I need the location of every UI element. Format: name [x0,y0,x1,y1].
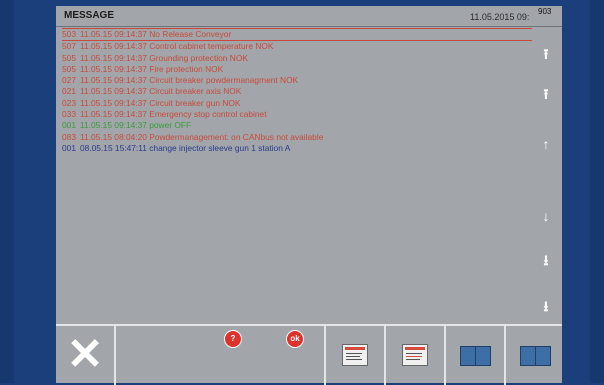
message-row[interactable]: 505 11.05.15 09:14:37 Fire protection NOK [62,64,532,75]
message-time: 11.05.15 09:14:37 [80,63,147,74]
message-time: 11.05.15 09:14:37 [80,75,147,86]
message-row[interactable]: 027 11.05.15 09:14:37 Circuit breaker pow… [62,75,532,86]
ok-button[interactable]: ok [286,330,304,348]
message-text: Powdermanagement: on CANbus not availabl… [149,131,324,142]
message-text: power OFF [149,120,192,131]
message-time: 11.05.15 09:14:37 [80,52,147,63]
message-row[interactable]: 083 11.05.15 08:04:20 Powdermanagement: o… [62,132,532,143]
message-number: 503 [62,29,76,39]
message-number: 021 [62,86,76,97]
book-icon [460,346,491,366]
arrow-down-icon: ↓ [542,208,550,224]
message-number: 505 [62,52,76,63]
message-time: 11.05.15 09:14:37 [80,97,147,108]
arrow-up-icon: ↑ [542,136,550,152]
message-row[interactable]: 505 11.05.15 09:14:37 Grounding protectio… [62,53,532,64]
message-row[interactable]: 033 11.05.15 09:14:37 Emergency stop cont… [62,109,532,120]
ok-icon: ok [290,334,300,343]
message-row[interactable]: 001 11.05.15 09:14:37 power OFF [62,120,532,131]
history-button[interactable] [326,326,386,385]
window-frame-right [590,0,604,383]
page-up-button[interactable]: ⭱ [534,82,558,106]
message-text: Control cabinet temperature NOK [149,41,274,52]
message-log-icon [402,344,428,366]
datetime-display: 11.05.2015 09: [470,12,530,22]
message-row[interactable]: 001 08.05.15 15:47:11 change injector sle… [62,143,532,154]
header-bar: MESSAGE 11.05.2015 09: 903 [56,6,562,27]
message-number: 507 [62,41,76,52]
window-frame-left [0,0,14,383]
message-number: 033 [62,109,76,120]
arrow-down-button[interactable]: ↓ [534,204,558,228]
message-text: Circuit breaker axis NOK [149,86,242,97]
message-log-button[interactable] [386,326,446,385]
message-number: 001 [62,120,76,131]
message-text: Emergency stop control cabinet [149,109,267,120]
scroll-to-top-icon: ⭱ [543,46,549,62]
close-button[interactable]: ✕ [56,326,116,385]
footer-toolbar: ✕ ? ok [56,324,562,385]
message-time: 11.05.15 09:14:37 [80,29,147,39]
message-time: 08.05.15 15:47:11 [80,142,147,153]
message-number: 001 [62,142,76,153]
message-time: 11.05.15 08:04:20 [80,131,147,142]
message-row[interactable]: 023 11.05.15 09:14:37 Circuit breaker gun… [62,98,532,109]
message-row[interactable]: 507 11.05.15 09:14:37 Control cabinet tem… [62,41,532,52]
message-number: 083 [62,131,76,142]
history-document-icon [342,344,368,366]
message-text: Circuit breaker powdermanagment NOK [149,75,299,86]
page-up-icon: ⭱ [543,86,549,102]
message-panel: MESSAGE 11.05.2015 09: 903 503 11.05.15 0… [56,6,562,385]
message-text: Grounding protection NOK [149,52,248,63]
message-number: 505 [62,63,76,74]
page-down-icon: ⭳ [543,252,549,268]
scroll-to-top-button[interactable]: ⭱ [534,42,558,66]
scroll-to-bottom-button[interactable]: ⭳ [534,294,558,318]
arrow-up-button[interactable]: ↑ [534,132,558,156]
message-list[interactable]: 503 11.05.15 09:14:37 No Release Conveyor… [62,28,532,178]
message-time: 11.05.15 09:14:37 [80,86,147,97]
scroll-to-bottom-icon: ⭳ [543,298,549,314]
message-text: Circuit breaker gun NOK [149,97,241,108]
page-title: MESSAGE [64,10,115,21]
scroll-controls: ⭱ ⭱ ↑ ↓ ⭳ ⭳ [534,36,558,326]
manual-button[interactable] [446,326,506,385]
page-down-button[interactable]: ⭳ [534,248,558,272]
message-time: 11.05.15 09:14:37 [80,109,147,120]
message-time: 11.05.15 09:14:37 [80,120,147,131]
message-time: 11.05.15 09:14:37 [80,41,147,52]
message-text: Fire protection NOK [149,63,224,74]
status-code: 903 [538,7,552,16]
message-text: change injector sleeve gun 1 station A [149,142,291,153]
message-number: 027 [62,75,76,86]
help-ok-area: ? ok [116,326,326,385]
message-number: 023 [62,97,76,108]
manual-open-button[interactable] [506,326,562,385]
message-row[interactable]: 503 11.05.15 09:14:37 No Release Conveyor [62,28,532,42]
close-icon: ✕ [66,330,104,379]
message-row[interactable]: 021 11.05.15 09:14:37 Circuit breaker axi… [62,86,532,97]
open-book-icon [520,346,551,366]
message-text: No Release Conveyor [149,29,232,39]
help-button[interactable]: ? [224,330,242,348]
help-icon: ? [230,334,236,343]
